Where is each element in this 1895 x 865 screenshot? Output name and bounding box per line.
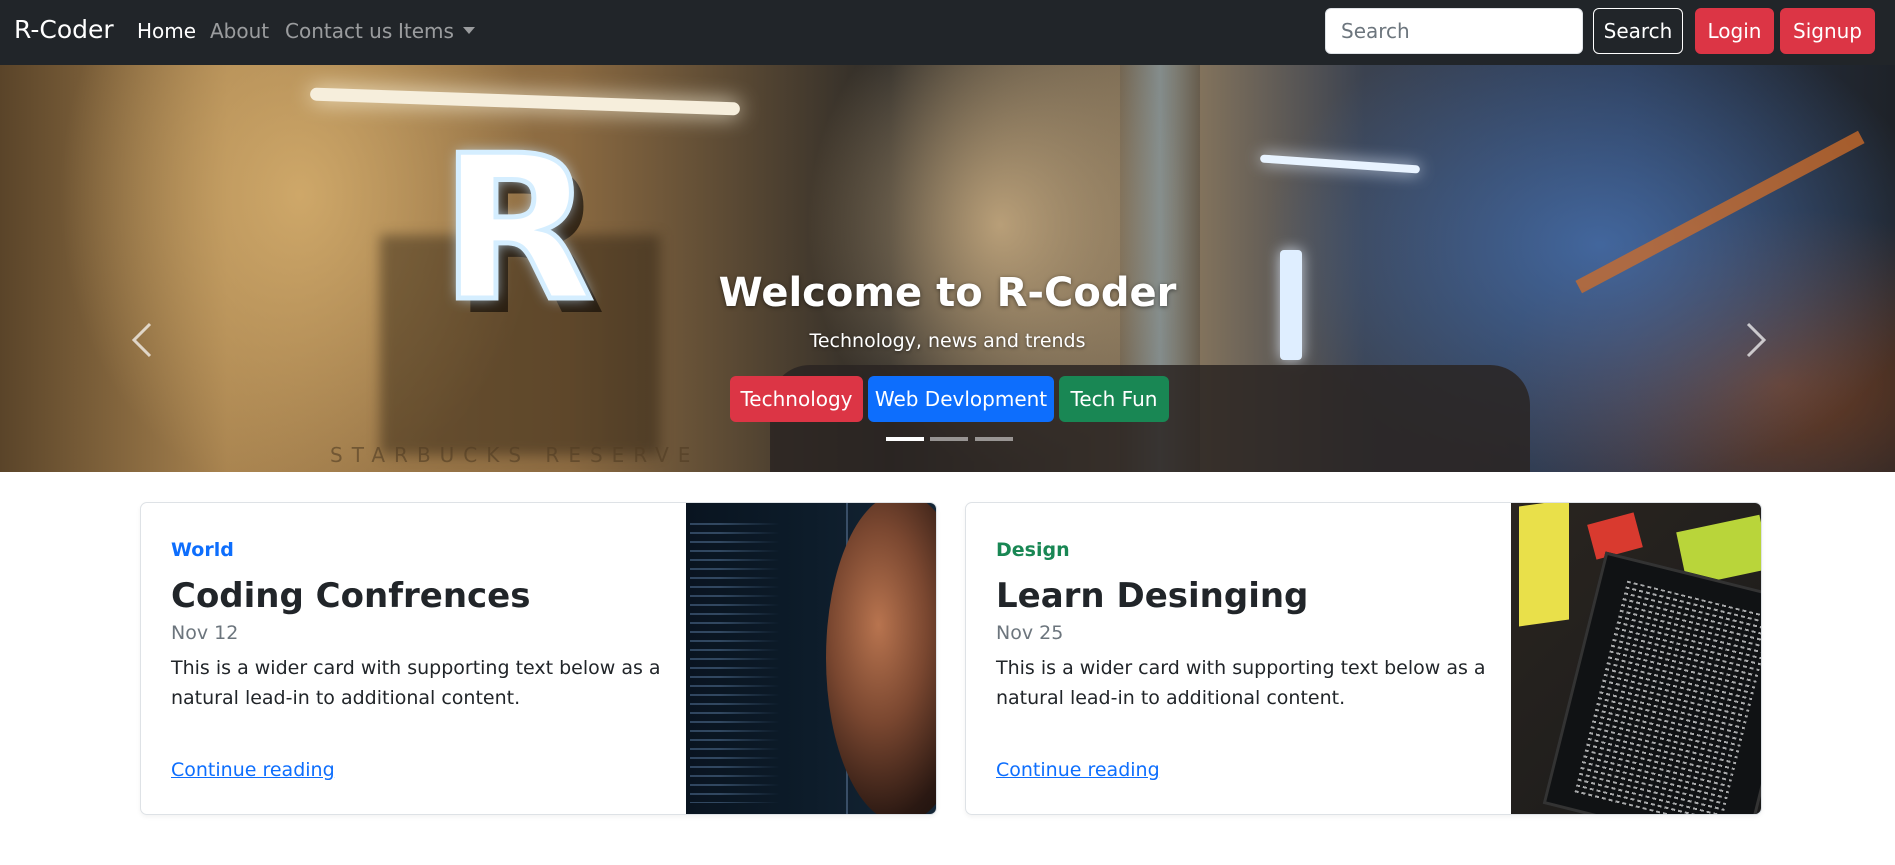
card-text: This is a wider card with supporting tex… [996, 657, 1486, 709]
card-image-coder [686, 503, 936, 814]
continue-reading-link[interactable]: Continue reading [996, 759, 1160, 781]
lamp-light [309, 87, 741, 116]
card-date: Nov 25 [996, 622, 1064, 644]
nav-link-contact[interactable]: Contact us [285, 19, 392, 43]
carousel-prev-button[interactable] [112, 310, 172, 370]
orange-beam [1575, 130, 1865, 294]
search-input[interactable] [1325, 8, 1583, 54]
sign-lettering: STARBUCKS RESERVE [330, 443, 700, 467]
carousel-indicator-2[interactable] [930, 437, 968, 441]
article-card-world: World Coding Confrences Nov 12 This is a… [140, 502, 937, 815]
wall-light [1280, 250, 1302, 360]
nav-dropdown-items-label: Items [398, 19, 454, 43]
tech-fun-button[interactable]: Tech Fun [1059, 376, 1169, 422]
nav-link-home[interactable]: Home [137, 19, 196, 43]
navbar: R-Coder Home About Contact us Items Sear… [0, 0, 1895, 65]
nav-dropdown-items[interactable]: Items [398, 19, 475, 43]
article-card-design: Design Learn Desinging Nov 25 This is a … [965, 502, 1762, 815]
carousel-next-button[interactable] [1726, 310, 1786, 370]
carousel-indicator-1[interactable] [886, 437, 924, 441]
card-date: Nov 12 [171, 622, 239, 644]
nav-link-about[interactable]: About [210, 19, 269, 43]
chevron-right-icon [1746, 322, 1767, 358]
caret-down-icon [462, 27, 475, 34]
login-button[interactable]: Login [1695, 8, 1774, 54]
chevron-left-icon [131, 322, 152, 358]
hero-carousel: R STARBUCKS RESERVE Welcome to R-Coder T… [0, 65, 1895, 472]
card-title: Learn Desinging [996, 576, 1309, 616]
card-category: Design [996, 539, 1070, 561]
web-development-button[interactable]: Web Devlopment [868, 376, 1054, 422]
card-title: Coding Confrences [171, 576, 531, 616]
signup-button[interactable]: Signup [1780, 8, 1875, 54]
card-category: World [171, 539, 234, 561]
search-button[interactable]: Search [1593, 8, 1683, 54]
card-image-screen [1511, 503, 1761, 814]
continue-reading-link[interactable]: Continue reading [171, 759, 335, 781]
brand-logo[interactable]: R-Coder [14, 15, 114, 44]
technology-button[interactable]: Technology [730, 376, 863, 422]
sign-shadow [380, 235, 660, 455]
carousel-title: Welcome to R-Coder [718, 270, 1177, 316]
ceiling-light [1259, 154, 1421, 174]
neon-r-sign: R [437, 113, 596, 346]
carousel-indicator-3[interactable] [975, 437, 1013, 441]
card-text: This is a wider card with supporting tex… [171, 657, 661, 709]
carousel-subtitle: Technology, news and trends [809, 330, 1086, 352]
carousel-caption: Welcome to R-Coder Technology, news and … [0, 65, 1895, 472]
